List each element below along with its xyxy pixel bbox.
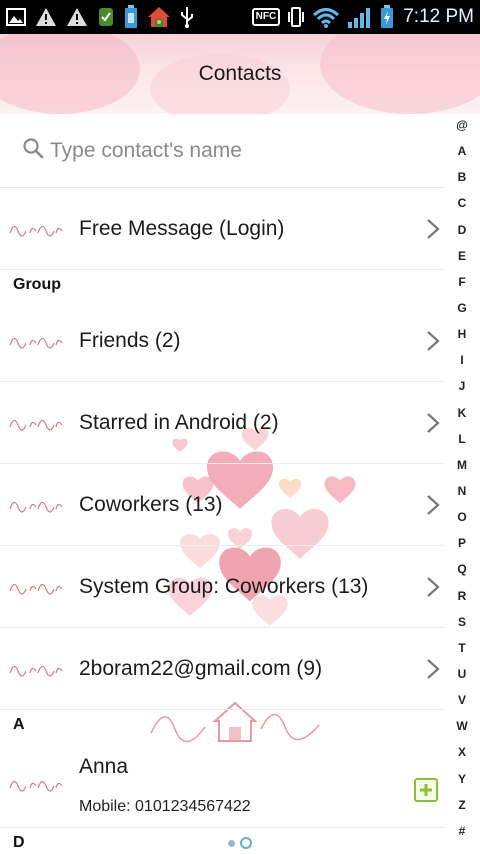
contact-row[interactable]: Anna Mobile: 0101234567422: [0, 740, 445, 828]
alphabet-index-letter[interactable]: J: [459, 379, 466, 393]
brand-logo-icon: [8, 464, 68, 545]
alphabet-index-letter[interactable]: @: [456, 118, 468, 132]
app-header: Contacts: [0, 34, 480, 114]
group-row[interactable]: Starred in Android (2): [0, 382, 445, 464]
home-app-icon: [147, 6, 171, 28]
alphabet-index-letter[interactable]: Y: [458, 772, 466, 786]
brand-logo-icon: [8, 188, 68, 269]
chevron-right-icon: [427, 494, 440, 515]
alphabet-index-letter[interactable]: N: [458, 484, 467, 498]
alphabet-index-letter[interactable]: E: [458, 249, 466, 263]
alphabet-index-letter[interactable]: K: [458, 406, 467, 420]
section-header-a: A: [13, 716, 25, 733]
brand-logo-icon: [8, 546, 68, 627]
section-header-group: Group: [13, 276, 61, 293]
row-label: System Group: Coworkers (13): [79, 574, 369, 598]
brand-logo-icon: [8, 628, 68, 709]
page-title: Contacts: [198, 62, 282, 85]
status-bar-system: NFC 7:12 PM: [251, 5, 474, 28]
contact-name: Anna: [79, 755, 129, 778]
group-row[interactable]: Friends (2): [0, 300, 445, 382]
alphabet-index-letter[interactable]: A: [458, 144, 467, 158]
alphabet-index-letter[interactable]: W: [456, 719, 467, 733]
vibrate-icon: [287, 6, 305, 28]
row-label: Free Message (Login): [79, 216, 285, 240]
row-label: Starred in Android (2): [79, 410, 279, 434]
status-time: 7:12 PM: [403, 6, 474, 27]
chevron-right-icon: [427, 330, 440, 351]
page-indicator: [0, 836, 480, 850]
alphabet-index-letter[interactable]: U: [458, 667, 467, 681]
free-message-row[interactable]: Free Message (Login): [0, 188, 445, 270]
alphabet-index-letter[interactable]: G: [457, 301, 466, 315]
alphabet-index-letter[interactable]: C: [458, 196, 467, 210]
alphabet-index-letter[interactable]: Z: [458, 798, 465, 812]
gallery-icon: [6, 6, 26, 28]
chevron-right-icon: [427, 658, 440, 679]
status-bar-notifications: [6, 5, 194, 28]
contact-list: Free Message (Login) Group Friends (2) S…: [0, 188, 445, 854]
chevron-right-icon: [427, 412, 440, 433]
app-notification-icon: [97, 6, 115, 28]
chevron-right-icon: [427, 218, 440, 239]
alphabet-index-letter[interactable]: M: [457, 458, 467, 472]
page-dot-active[interactable]: [240, 837, 252, 849]
alphabet-index-letter[interactable]: I: [460, 353, 463, 367]
warning-icon: [35, 6, 57, 28]
search-icon: [22, 137, 44, 164]
signal-icon: [347, 6, 373, 28]
alphabet-index-letter[interactable]: V: [458, 693, 466, 707]
nfc-icon: NFC: [251, 8, 281, 26]
alphabet-index-letter[interactable]: X: [458, 745, 466, 759]
alphabet-index-letter[interactable]: L: [458, 432, 465, 446]
alphabet-index-letter[interactable]: Q: [457, 562, 466, 576]
brand-logo-icon: [8, 300, 68, 381]
contact-phone: Mobile: 0101234567422: [79, 798, 251, 815]
alphabet-index[interactable]: @ A B C D E F G H I J K L M N O P Q R S T U V W X Y Z #: [447, 118, 477, 838]
battery-saver-icon: [124, 5, 138, 28]
group-row[interactable]: 2boram22@gmail.com (9): [0, 628, 445, 710]
alphabet-index-letter[interactable]: D: [458, 223, 467, 237]
search-placeholder: Type contact's name: [50, 138, 242, 162]
alphabet-index-letter[interactable]: O: [457, 510, 466, 524]
warning-icon: [66, 6, 88, 28]
group-row[interactable]: Coworkers (13): [0, 464, 445, 546]
page-dot[interactable]: [228, 839, 235, 847]
status-bar: NFC 7:12 PM: [0, 0, 480, 34]
alphabet-index-letter[interactable]: H: [458, 327, 467, 341]
brand-logo-icon: [8, 382, 68, 463]
chevron-right-icon: [427, 576, 440, 597]
alphabet-index-letter[interactable]: F: [458, 275, 465, 289]
row-label: Friends (2): [79, 328, 181, 352]
add-contact-button[interactable]: [414, 778, 438, 802]
battery-icon: [380, 5, 394, 28]
usb-icon: [180, 6, 194, 28]
wifi-icon: [312, 6, 340, 28]
group-row[interactable]: System Group: Coworkers (13): [0, 546, 445, 628]
alphabet-index-letter[interactable]: S: [458, 615, 466, 629]
row-label: Coworkers (13): [79, 492, 223, 516]
alphabet-index-letter[interactable]: R: [458, 589, 467, 603]
search-input[interactable]: Type contact's name: [0, 114, 445, 188]
alphabet-index-letter[interactable]: T: [458, 641, 465, 655]
plus-icon: [420, 784, 432, 796]
row-label: 2boram22@gmail.com (9): [79, 656, 323, 680]
brand-logo-icon: [8, 740, 68, 827]
alphabet-index-letter[interactable]: B: [458, 170, 467, 184]
alphabet-index-letter[interactable]: P: [458, 536, 466, 550]
